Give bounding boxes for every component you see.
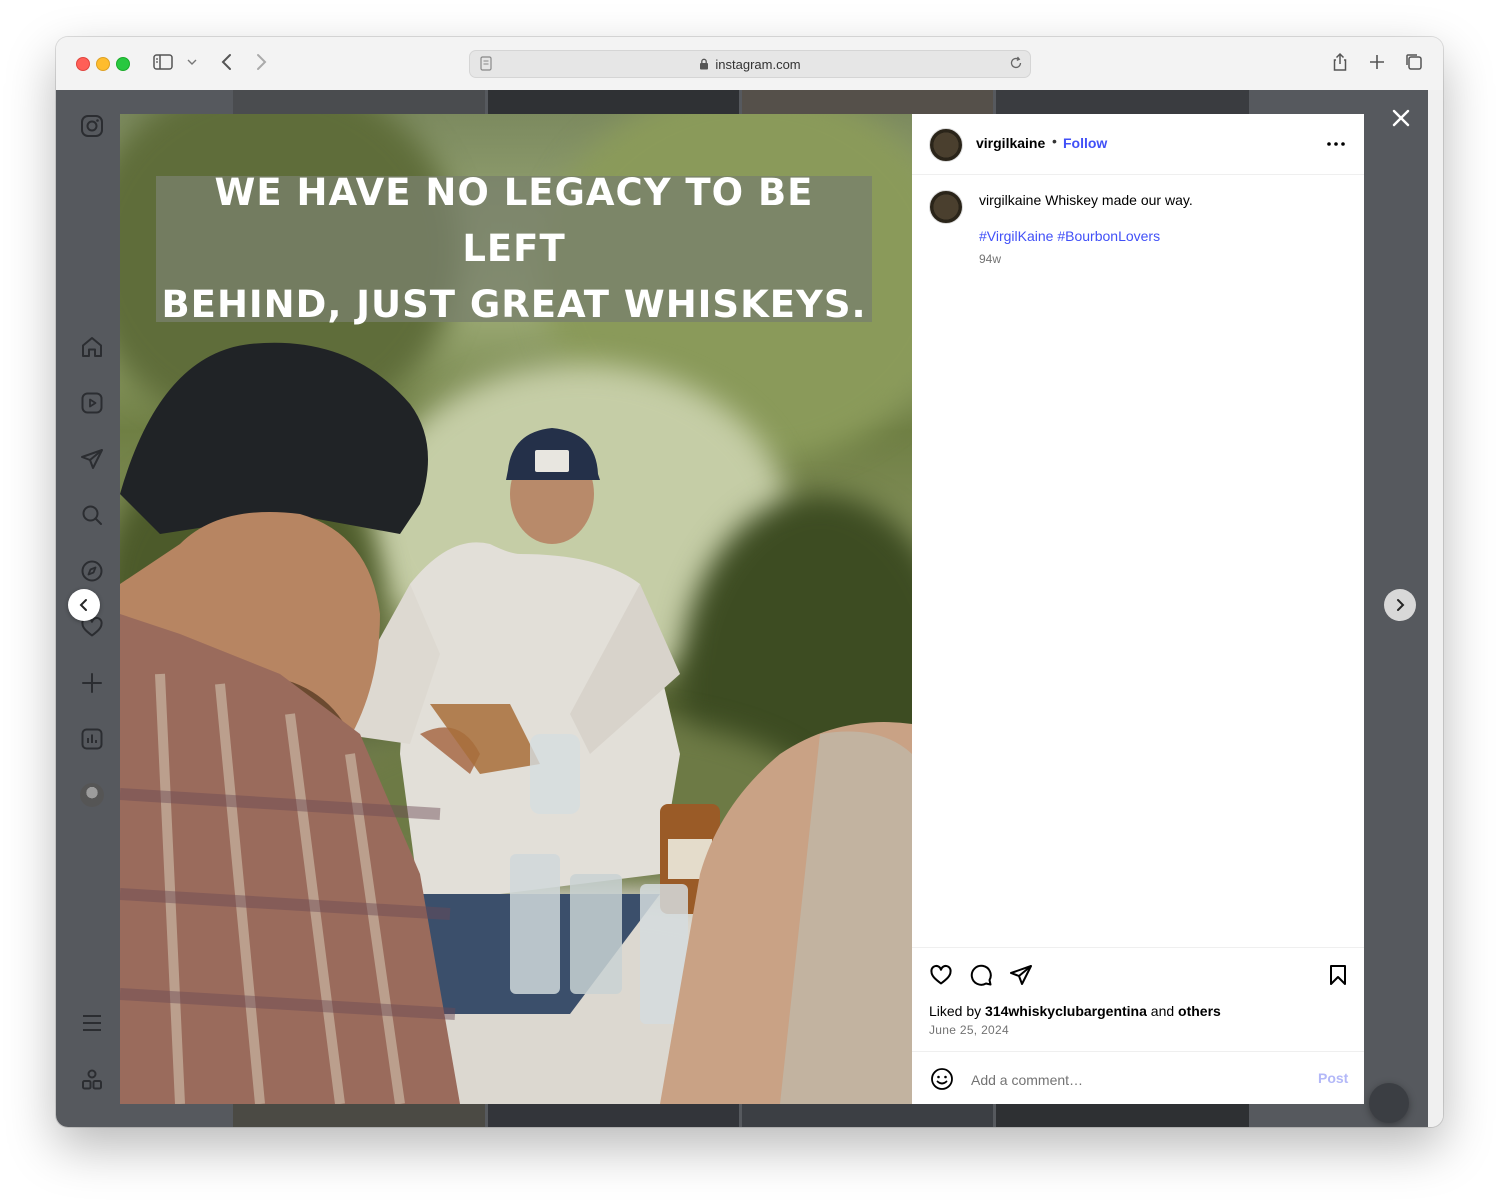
url-text: instagram.com bbox=[715, 56, 801, 72]
explore-icon[interactable] bbox=[79, 558, 105, 584]
comment-input[interactable] bbox=[969, 1066, 1293, 1094]
new-tab-icon[interactable] bbox=[1366, 51, 1388, 73]
close-window-button[interactable] bbox=[76, 57, 90, 71]
caption-author-avatar[interactable] bbox=[929, 190, 963, 224]
browser-window: instagram.com WE HAVE NO LEGACY TO BE LE… bbox=[56, 37, 1443, 1127]
author-username[interactable]: virgilkaine bbox=[976, 135, 1045, 151]
back-icon[interactable] bbox=[216, 51, 238, 73]
sidebar-toggle-icon[interactable] bbox=[152, 51, 174, 73]
liked-by-others[interactable]: others bbox=[1178, 1003, 1221, 1019]
post-caption: virgilkaine Whiskey made our way. bbox=[979, 192, 1193, 208]
zoom-window-button[interactable] bbox=[116, 57, 130, 71]
caption-text: Whiskey made our way. bbox=[1041, 192, 1193, 208]
page-viewport: WE HAVE NO LEGACY TO BE LEFT BEHIND, JUS… bbox=[56, 90, 1428, 1127]
post-date[interactable]: June 25, 2024 bbox=[929, 1023, 1009, 1037]
post-comment-button[interactable]: Post bbox=[1318, 1070, 1348, 1086]
page-scrollbar[interactable] bbox=[1428, 90, 1443, 1127]
liked-by-user[interactable]: 314whiskyclubargentina bbox=[985, 1003, 1147, 1019]
post-actions: Liked by 314whiskyclubargentina and othe… bbox=[912, 947, 1364, 1051]
previous-post-button[interactable] bbox=[68, 589, 100, 621]
liked-by-prefix: Liked by bbox=[929, 1003, 986, 1019]
menu-hamburger-icon[interactable] bbox=[79, 1010, 105, 1036]
create-plus-icon[interactable] bbox=[79, 670, 105, 696]
chevron-left-icon bbox=[79, 599, 87, 611]
liked-by-middle: and bbox=[1146, 1003, 1179, 1019]
page-icon bbox=[480, 56, 492, 74]
reels-icon[interactable] bbox=[79, 390, 105, 416]
hashtag-link[interactable]: #VirgilKaine bbox=[979, 228, 1053, 244]
post-time-ago[interactable]: 94w bbox=[979, 252, 1001, 266]
home-icon[interactable] bbox=[79, 334, 105, 360]
close-icon[interactable] bbox=[1388, 105, 1414, 131]
share-post-icon[interactable] bbox=[1008, 962, 1034, 988]
minimize-window-button[interactable] bbox=[96, 57, 110, 71]
next-post-button[interactable] bbox=[1384, 589, 1416, 621]
insights-icon[interactable] bbox=[79, 726, 105, 752]
messages-bubble-avatar[interactable] bbox=[1369, 1083, 1409, 1123]
caption-hashtags: #VirgilKaine #BourbonLovers bbox=[979, 228, 1160, 244]
separator-dot: • bbox=[1052, 133, 1057, 149]
emoji-icon[interactable] bbox=[929, 1066, 955, 1092]
hashtag-link[interactable]: #BourbonLovers bbox=[1057, 228, 1160, 244]
forward-icon[interactable] bbox=[250, 51, 272, 73]
comment-bar: Post bbox=[912, 1051, 1364, 1105]
profile-avatar[interactable] bbox=[80, 783, 104, 807]
share-icon[interactable] bbox=[1329, 51, 1351, 73]
post-details-panel: virgilkaine • Follow virgilkaine Whiskey… bbox=[912, 114, 1364, 1104]
follow-button[interactable]: Follow bbox=[1063, 135, 1107, 151]
more-options-icon[interactable] bbox=[1324, 132, 1348, 156]
chevron-down-icon[interactable] bbox=[185, 55, 199, 69]
instagram-logo-icon[interactable] bbox=[79, 113, 105, 139]
also-from-meta-icon[interactable] bbox=[79, 1067, 105, 1093]
liked-by-text: Liked by 314whiskyclubargentina and othe… bbox=[929, 1003, 1221, 1019]
chevron-right-icon bbox=[1397, 599, 1405, 611]
post-image[interactable]: WE HAVE NO LEGACY TO BE LEFT BEHIND, JUS… bbox=[120, 114, 912, 1104]
reload-icon[interactable] bbox=[1008, 55, 1024, 74]
direct-messages-icon[interactable] bbox=[79, 446, 105, 472]
save-bookmark-icon[interactable] bbox=[1325, 962, 1351, 988]
lock-icon bbox=[699, 58, 709, 70]
tab-overview-icon[interactable] bbox=[1403, 51, 1425, 73]
author-avatar[interactable] bbox=[929, 128, 963, 162]
comment-icon[interactable] bbox=[968, 962, 994, 988]
address-bar[interactable]: instagram.com bbox=[469, 50, 1031, 78]
caption-username[interactable]: virgilkaine bbox=[979, 192, 1041, 208]
like-heart-icon[interactable] bbox=[928, 962, 954, 988]
image-scene-figures bbox=[120, 342, 912, 1104]
post-header: virgilkaine • Follow bbox=[912, 114, 1364, 175]
search-icon[interactable] bbox=[79, 502, 105, 528]
browser-toolbar: instagram.com bbox=[56, 37, 1443, 91]
